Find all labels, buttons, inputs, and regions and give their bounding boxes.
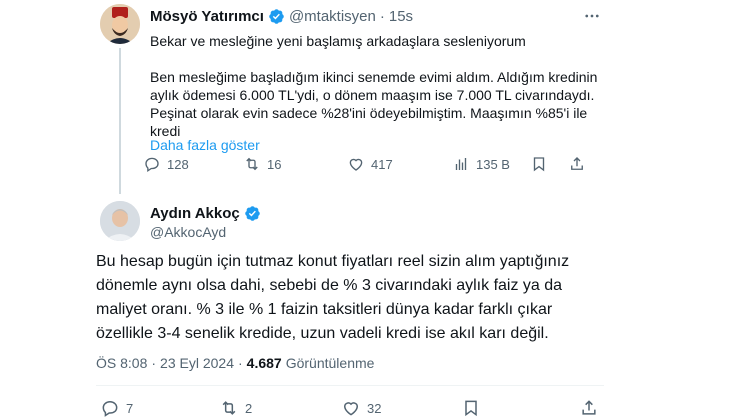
- tweet-text: Bu hesap bugün için tutmaz konut fiyatla…: [96, 253, 570, 342]
- bookmark-icon: [465, 400, 477, 417]
- share-button[interactable]: [579, 398, 599, 418]
- separator: ·: [151, 355, 157, 371]
- share-icon: [582, 400, 596, 415]
- share-button[interactable]: [568, 155, 586, 173]
- separator: ·: [379, 7, 385, 25]
- tweet-time[interactable]: 15s: [389, 8, 413, 25]
- views-icon: [455, 158, 467, 170]
- tweet-text-paragraph: Ben mesleğime başladığım ikinci senemde …: [150, 69, 598, 139]
- retweet-icon: [222, 401, 236, 415]
- tweet-meta: ÖS 8:08 · 23 Eyl 2024 · 4.687 Görüntülen…: [96, 355, 374, 371]
- views-button[interactable]: 135 B: [452, 155, 510, 173]
- like-count: 32: [367, 400, 382, 416]
- tweet-date[interactable]: 23 Eyl 2024: [160, 355, 234, 371]
- retweet-button[interactable]: 2: [219, 398, 252, 418]
- tweet-header: Mösyö Yatırımcı @mtaktisyen · 15s: [150, 7, 413, 25]
- show-more-link[interactable]: Daha fazla göster: [150, 137, 260, 153]
- verified-icon: [244, 205, 261, 222]
- reply-button[interactable]: 128: [143, 155, 189, 173]
- avatar[interactable]: [100, 201, 140, 241]
- author-name[interactable]: Mösyö Yatırımcı: [150, 8, 264, 25]
- retweet-count: 2: [245, 400, 253, 416]
- views-label: Görüntülenme: [285, 355, 375, 371]
- bookmark-button[interactable]: [530, 155, 548, 173]
- author-handle[interactable]: @mtaktisyen: [289, 8, 376, 25]
- separator: ·: [238, 355, 243, 371]
- more-icon[interactable]: [582, 6, 602, 26]
- divider: [96, 385, 604, 386]
- tweet-text: Bekar ve mesleğine yeni başlamış arkadaş…: [150, 32, 615, 140]
- views-count: 4.687: [246, 355, 282, 371]
- share-icon: [571, 157, 583, 170]
- retweet-button[interactable]: 16: [243, 155, 281, 173]
- reply-button[interactable]: 7: [100, 398, 133, 418]
- reply-icon: [102, 400, 118, 417]
- tweet-time[interactable]: ÖS 8:08: [96, 355, 147, 371]
- bookmark-button[interactable]: [461, 398, 481, 418]
- verified-icon: [268, 8, 285, 25]
- author-name[interactable]: Aydın Akkoç: [150, 205, 240, 222]
- retweet-count: 16: [267, 156, 282, 172]
- like-button[interactable]: 32: [341, 398, 381, 418]
- bookmark-icon: [533, 157, 545, 172]
- reply-count: 7: [126, 400, 134, 416]
- reply-icon: [145, 157, 159, 173]
- tweet-header: Aydın Akkoç: [150, 205, 261, 222]
- like-icon: [349, 158, 363, 171]
- thread-line: [119, 48, 121, 194]
- reply-count: 128: [167, 156, 189, 172]
- retweet-icon: [246, 157, 258, 171]
- like-button[interactable]: 417: [347, 155, 393, 173]
- author-handle[interactable]: @AkkocAyd: [150, 224, 226, 240]
- like-icon: [343, 402, 359, 416]
- tweet-text-line: Bekar ve mesleğine yeni başlamış arkadaş…: [150, 33, 526, 49]
- views-count: 135 B: [476, 156, 510, 172]
- tweet-actions: 7 2 32: [100, 398, 600, 418]
- like-count: 417: [371, 156, 393, 172]
- avatar[interactable]: [100, 4, 140, 44]
